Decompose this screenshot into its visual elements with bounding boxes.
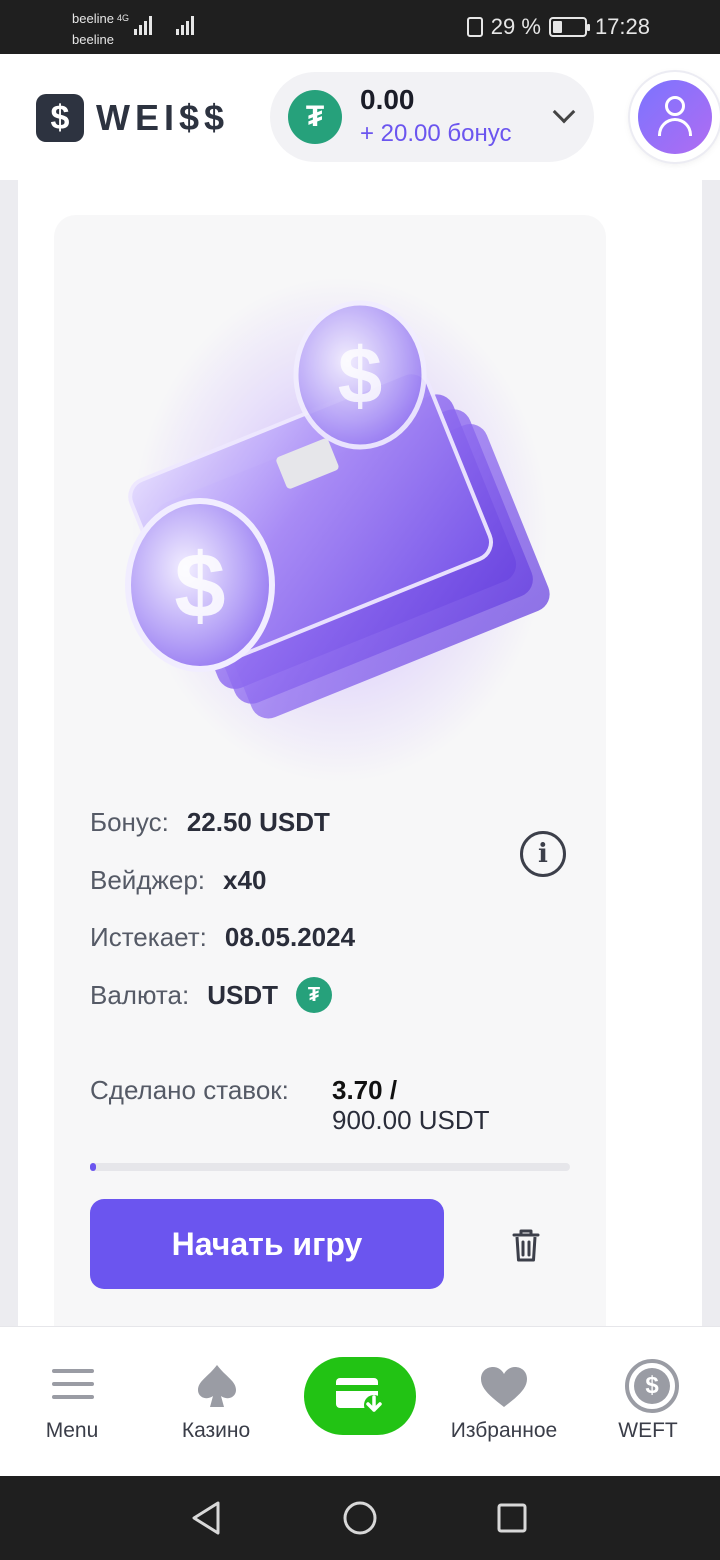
currency-row: Валюта: USDT ₮ <box>90 977 332 1013</box>
expiry-value: 08.05.2024 <box>224 922 356 952</box>
svg-text:$: $ <box>174 535 225 637</box>
start-game-button[interactable]: Начать игру <box>90 1199 444 1289</box>
heart-icon <box>481 1367 527 1407</box>
expiry-row: Истекает: 08.05.2024 <box>90 922 355 953</box>
carrier-info: beeline 4G beeline <box>72 8 129 50</box>
wager-progress-bar <box>90 1163 570 1171</box>
vibrate-icon <box>466 17 483 37</box>
bonus-card: $ $ Бонус: 22.50 USDT i Вейджер: x40 Ист… <box>54 215 606 1355</box>
back-icon[interactable] <box>190 1500 222 1536</box>
clock: 17:28 <box>594 14 650 39</box>
logo-text: WEI$$ <box>96 97 230 138</box>
bets-made-label: Сделано ставок: <box>90 1075 289 1105</box>
balance-dropdown[interactable]: ₮ 0.00 + 20.00 бонус <box>270 72 594 162</box>
bets-done: 3.70 / <box>332 1075 398 1105</box>
signal-icon <box>134 16 152 35</box>
nav-favorites[interactable]: Избранное <box>434 1327 574 1477</box>
chevron-down-icon <box>552 100 576 124</box>
bonus-label: Бонус: <box>90 807 169 837</box>
tether-icon: ₮ <box>288 90 342 144</box>
nav-menu-label: Menu <box>45 1419 99 1442</box>
app-header: $ WEI$$ ₮ 0.00 + 20.00 бонус <box>0 54 720 180</box>
avatar-icon <box>638 80 712 154</box>
home-icon[interactable] <box>342 1500 378 1536</box>
battery-percent: 29 % <box>490 14 541 39</box>
spade-icon <box>198 1365 236 1407</box>
bets-made-value: 3.70 / 900.00 USDT <box>332 1075 572 1135</box>
bonus-row: Бонус: 22.50 USDT <box>90 807 330 838</box>
network-type: 4G <box>116 13 129 23</box>
bonus-value: 22.50 USDT <box>186 807 330 837</box>
nav-weft-label: WEFT <box>618 1419 678 1442</box>
bets-total: 900.00 USDT <box>332 1105 490 1135</box>
bonus-amount: + 20.00 бонус <box>360 120 512 147</box>
logo[interactable]: $ WEI$$ <box>36 94 229 142</box>
wager-label: Вейджер: <box>90 865 206 895</box>
signal-icon-2 <box>176 16 194 35</box>
bonus-illustration: $ $ <box>90 255 570 795</box>
logo-mark-icon: $ <box>36 94 84 142</box>
nav-weft[interactable]: $ WEFT <box>578 1327 718 1477</box>
deposit-button[interactable] <box>304 1357 416 1435</box>
weft-coin-icon: $ <box>625 1359 679 1413</box>
currency-label: Валюта: <box>90 979 190 1010</box>
nav-casino-label: Казино <box>181 1419 251 1442</box>
system-nav-bar <box>0 1476 720 1560</box>
profile-button[interactable] <box>630 72 720 162</box>
progress-fill <box>90 1163 96 1171</box>
carrier-1: beeline <box>72 11 114 26</box>
menu-icon <box>52 1369 94 1408</box>
trash-icon[interactable] <box>506 1225 546 1265</box>
battery-icon <box>548 17 590 37</box>
expiry-label: Истекает: <box>90 922 207 952</box>
info-icon[interactable]: i <box>520 831 566 877</box>
nav-casino[interactable]: Казино <box>146 1327 286 1477</box>
currency-value: USDT <box>207 979 278 1010</box>
tether-icon: ₮ <box>295 977 332 1013</box>
nav-menu[interactable]: Menu <box>2 1327 142 1477</box>
carrier-2: beeline <box>72 32 114 47</box>
status-bar: beeline 4G beeline 29 % 17:28 <box>0 0 720 54</box>
wager-value: x40 <box>223 865 267 895</box>
main-content: $ $ Бонус: 22.50 USDT i Вейджер: x40 Ист… <box>18 180 702 1355</box>
deposit-icon <box>336 1378 384 1415</box>
balance-amount: 0.00 <box>360 84 415 115</box>
svg-text:$: $ <box>338 331 383 420</box>
nav-favorites-label: Избранное <box>450 1419 558 1442</box>
wager-row: Вейджер: x40 <box>90 865 266 896</box>
recents-icon[interactable] <box>496 1502 528 1534</box>
bottom-nav: Menu Казино Избранное $ WEFT <box>0 1326 720 1476</box>
